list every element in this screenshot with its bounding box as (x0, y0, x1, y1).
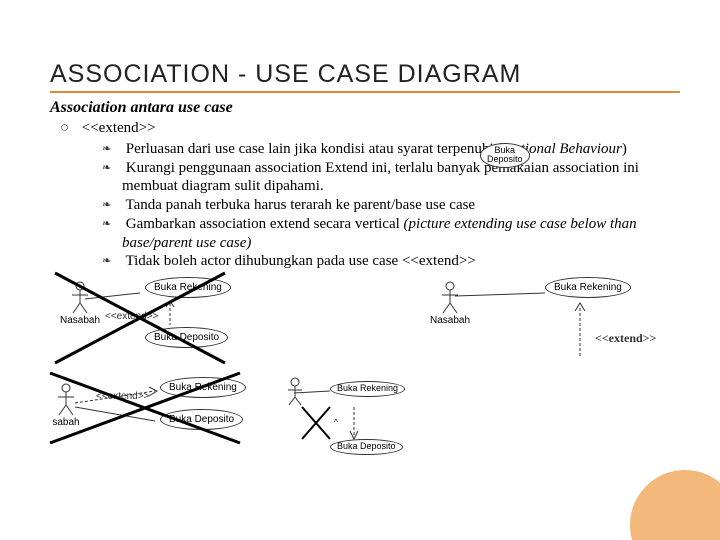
usecase-buka-deposito-1: Buka Deposito (145, 327, 228, 348)
bullet-item: Tanda panah terbuka harus terarah ke par… (102, 196, 680, 215)
usecase-buka-rekening-2: Buka Rekening (160, 377, 246, 398)
floating-oval-buka-deposito: BukaDeposito (480, 143, 530, 168)
actor-middle (275, 377, 315, 407)
extend-label-1: <<extend>> (105, 311, 158, 322)
bullet-item: Tidak boleh actor dihubungkan pada use c… (102, 252, 680, 271)
stick-figure-icon (70, 281, 90, 315)
extend-label-2: <<extend>> (96, 391, 149, 402)
usecase-buka-rekening-1: Buka Rekening (145, 277, 231, 298)
stereotype-text: <<extend>> (82, 120, 156, 136)
extend-label-big: <<extend>> (595, 331, 656, 346)
stick-figure-icon (440, 281, 460, 315)
diagram-area: Nasabah Buka Rekening Buka Deposito <<ex… (50, 281, 680, 491)
stick-figure-icon (286, 377, 304, 407)
bullet-item: Kurangi penggunaan association Extend in… (102, 159, 680, 197)
actor-sabah: sabah (46, 383, 86, 428)
slide-subtitle: Association antara use case (50, 99, 680, 117)
connector-correct-extend (570, 301, 590, 361)
marker-x-icon (300, 405, 336, 441)
bullet-item: Gambarkan association extend secara vert… (102, 215, 680, 253)
actor-nasabah-correct: Nasabah (430, 281, 470, 326)
usecase-buka-deposito-2: Buka Deposito (160, 409, 243, 430)
actor-nasabah-1: Nasabah (60, 281, 100, 326)
slide-title: ASSOCIATION - USE CASE DIAGRAM (50, 60, 680, 93)
bullet-item: Perluasan dari use case lain jika kondis… (102, 140, 680, 159)
usecase-buka-dep-mid: Buka Deposito (330, 439, 403, 455)
bullet-stereotype: <<extend>> Perluasan dari use case lain … (60, 119, 680, 271)
usecase-buka-rekening-correct: Buka Rekening (545, 277, 631, 298)
svg-text:^: ^ (334, 418, 338, 427)
usecase-buka-rek-mid: Buka Rekening (330, 381, 405, 397)
stick-figure-icon (56, 383, 76, 417)
